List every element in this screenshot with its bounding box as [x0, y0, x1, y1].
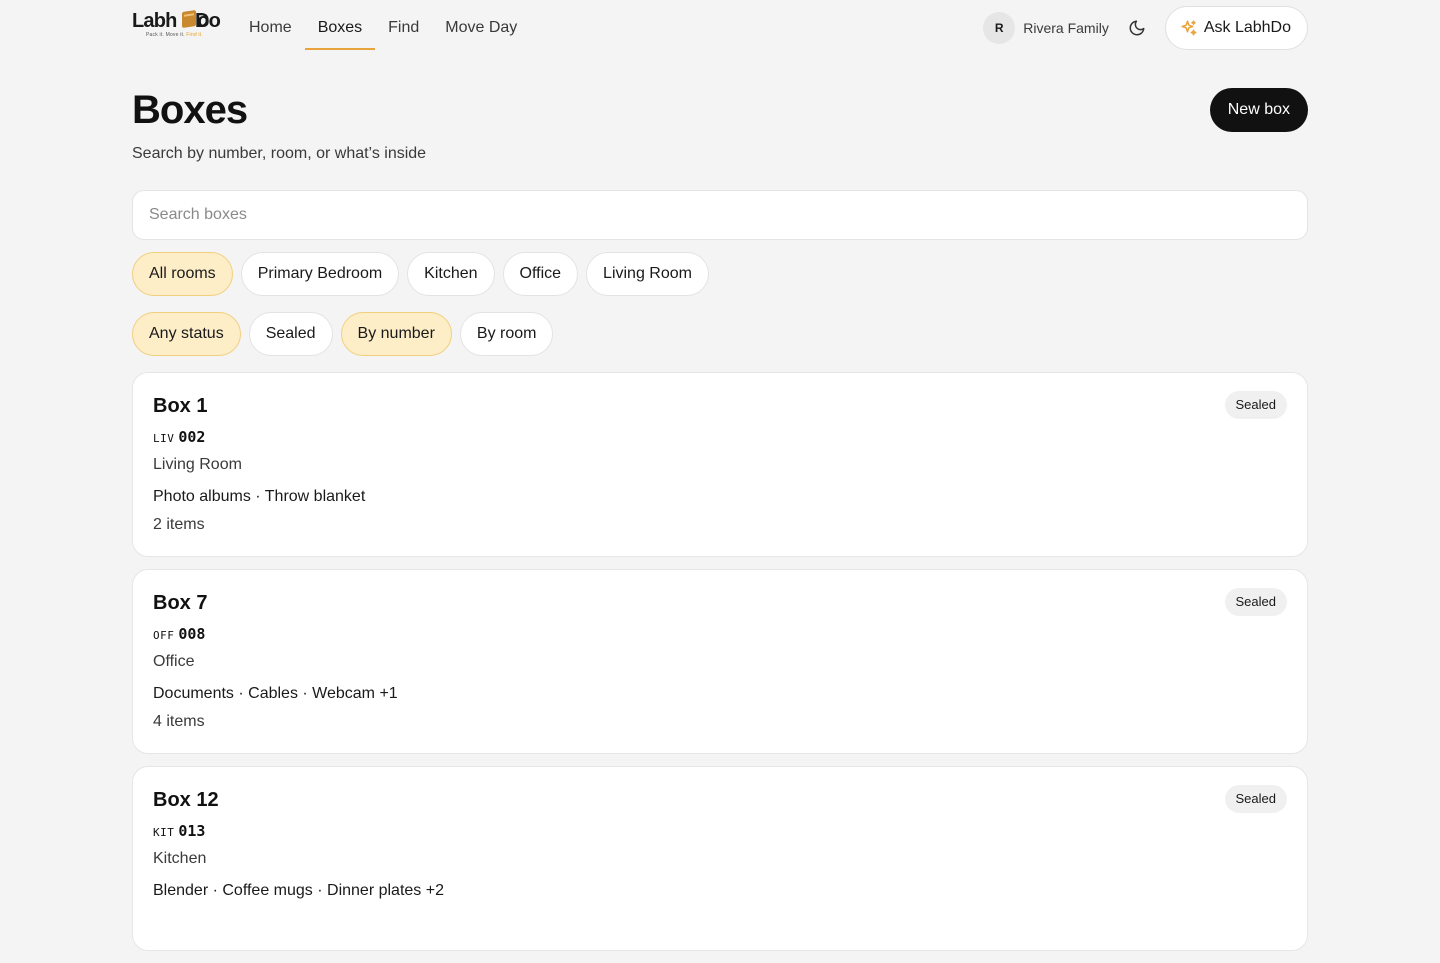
search-input[interactable]	[132, 190, 1308, 240]
box-items-preview: Blender · Coffee mugs · Dinner plates +2	[153, 882, 444, 899]
nav-actions: R Rivera Family Ask LabhDo	[983, 6, 1308, 50]
box-code: KIT 013	[153, 822, 206, 840]
new-box-button[interactable]: New box	[1209, 88, 1308, 132]
box-items-preview: Photo albums · Throw blanket	[153, 488, 366, 505]
box-items-preview: Documents · Cables · Webcam +1	[153, 685, 398, 702]
logo-tagline: Pack it. Move it. Find it.	[146, 32, 203, 38]
chip-sort-by-room[interactable]: By room	[459, 312, 554, 356]
main-nav: Home Boxes Find Move Day	[236, 0, 530, 50]
top-nav: Labh__o Do Pack it. Move it. Find it. Ho…	[132, 0, 1308, 56]
chip-sealed[interactable]: Sealed	[248, 312, 333, 356]
status-badge: Sealed	[1224, 391, 1287, 419]
chip-primary-bedroom[interactable]: Primary Bedroom	[240, 252, 400, 296]
box-code: LIV 002	[153, 428, 206, 446]
nav-link-boxes[interactable]: Boxes	[304, 0, 376, 50]
chip-living-room[interactable]: Living Room	[586, 252, 709, 296]
chip-any-status[interactable]: Any status	[132, 312, 241, 356]
room-filter-row: All rooms Primary Bedroom Kitchen Office…	[132, 252, 709, 296]
chip-kitchen[interactable]: Kitchen	[407, 252, 495, 296]
box-title: Box 1	[153, 395, 208, 417]
moon-icon[interactable]	[1127, 18, 1147, 38]
avatar[interactable]: R	[983, 12, 1016, 44]
nav-link-find[interactable]: Find	[375, 0, 432, 50]
chip-all-rooms[interactable]: All rooms	[132, 252, 233, 296]
box-title: Box 12	[153, 789, 219, 811]
status-badge: Sealed	[1224, 785, 1287, 813]
box-card[interactable]: Box 1 LIV 002 Living Room Photo albums · …	[132, 372, 1308, 557]
chip-sort-by-number[interactable]: By number	[340, 312, 452, 356]
status-badge: Sealed	[1224, 588, 1287, 616]
app-root: Labh__o Do Pack it. Move it. Find it. Ho…	[132, 0, 1308, 951]
family-name[interactable]: Rivera Family	[1023, 20, 1109, 36]
box-room: Kitchen	[153, 850, 207, 867]
box-code: OFF 008	[153, 625, 206, 643]
box-item-count: 2 items	[153, 516, 205, 533]
box-card[interactable]: Box 7 OFF 008 Office Documents · Cables ·…	[132, 569, 1308, 754]
box-logo-icon	[182, 10, 196, 28]
box-card[interactable]: Box 12 KIT 013 Kitchen Blender · Coffee m…	[132, 766, 1308, 951]
ask-label: Ask LabhDo	[1203, 19, 1291, 36]
page-subtitle: Search by number, room, or what’s inside	[132, 145, 427, 162]
ask-labhdo-button[interactable]: Ask LabhDo	[1164, 6, 1308, 50]
brand-logo[interactable]: Labh__o Do Pack it. Move it. Find it.	[132, 10, 221, 42]
box-list: Box 1 LIV 002 Living Room Photo albums · …	[132, 372, 1308, 963]
nav-link-move-day[interactable]: Move Day	[432, 0, 530, 50]
box-room: Office	[153, 653, 195, 670]
box-title: Box 7	[153, 592, 208, 614]
box-room: Living Room	[153, 456, 242, 473]
box-item-count: 4 items	[153, 713, 205, 730]
nav-link-home[interactable]: Home	[236, 0, 305, 50]
page-title: Boxes	[132, 88, 248, 132]
status-sort-row: Any status Sealed By number By room	[132, 312, 554, 356]
sparkle-icon	[1180, 19, 1198, 37]
chip-office[interactable]: Office	[502, 252, 579, 296]
